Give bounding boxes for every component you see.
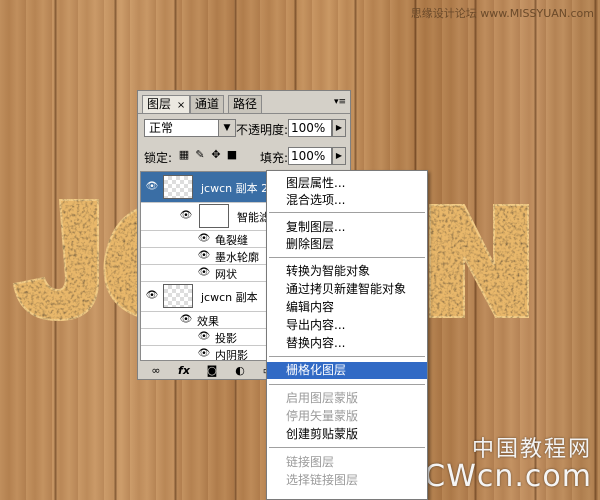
lock-label: 锁定:	[144, 151, 173, 165]
eye-icon[interactable]: 👁	[197, 234, 211, 244]
menu-item-delete-layer[interactable]: 删除图层	[267, 236, 427, 253]
adjustment-icon[interactable]: ◐	[232, 364, 248, 378]
watermark-bottom: 中国教程网 JCWcn.com	[414, 431, 592, 494]
menu-item-rasterize-layer[interactable]: 栅格化图层	[267, 362, 427, 379]
lock-all-icon[interactable]: ■	[226, 149, 238, 161]
layer-name: 投影	[215, 332, 237, 345]
opacity-arrow-icon[interactable]: ▶	[332, 119, 346, 137]
lock-move-icon[interactable]: ✥	[210, 149, 222, 161]
layer-name: 网状	[215, 268, 237, 281]
opacity-input[interactable]: 100%	[288, 119, 332, 137]
layer-name: jcwcn 副本 2	[201, 182, 269, 195]
eye-icon[interactable]: 👁	[179, 315, 193, 325]
eye-icon[interactable]: 👁	[145, 182, 159, 192]
menu-item-select-linked-layers[interactable]: 选择链接图层	[267, 472, 427, 489]
layer-name: 墨水轮廓	[215, 251, 259, 264]
layer-name: 内阴影	[215, 349, 248, 361]
layer-thumbnail	[163, 284, 193, 308]
menu-item-enable-layer-mask[interactable]: 启用图层蒙版	[267, 390, 427, 407]
menu-separator	[269, 356, 425, 357]
menu-item-disable-vector-mask[interactable]: 停用矢量蒙版	[267, 408, 427, 425]
menu-item-edit-contents[interactable]: 编辑内容	[267, 299, 427, 316]
filter-mask-thumbnail	[199, 204, 229, 228]
close-icon[interactable]: ×	[177, 100, 185, 111]
panel-menu-icon[interactable]: ▾≡	[334, 97, 346, 107]
layer-thumbnail	[163, 175, 193, 199]
menu-separator	[269, 447, 425, 448]
fx-icon[interactable]: fx	[176, 364, 192, 378]
eye-icon[interactable]: 👁	[197, 332, 211, 342]
blend-mode-value: 正常	[149, 121, 174, 135]
lock-transparency-icon[interactable]: ▦	[178, 149, 190, 161]
lock-brush-icon[interactable]: ✎	[194, 149, 206, 161]
tab-paths-label: 路径	[233, 97, 258, 111]
eye-icon[interactable]: 👁	[179, 211, 193, 221]
tab-paths[interactable]: 路径	[228, 95, 263, 113]
menu-item-replace-contents[interactable]: 替换内容...	[267, 335, 427, 352]
opacity-label: 不透明度:	[236, 123, 289, 137]
watermark-top: 思缘设计论坛 www.MISSYUAN.com	[410, 7, 594, 20]
tab-layers[interactable]: 图层 ×	[142, 95, 191, 113]
layer-name: 效果	[197, 315, 219, 328]
tab-channels-label: 通道	[195, 97, 220, 111]
layer-name: jcwcn 副本	[201, 291, 258, 304]
fill-input[interactable]: 100%	[288, 147, 332, 165]
menu-item-create-clipping-mask[interactable]: 创建剪贴蒙版	[267, 426, 427, 443]
panel-tab-bar: 图层 × 通道 路径 ▾≡	[138, 91, 350, 114]
fill-arrow-icon[interactable]: ▶	[332, 147, 346, 165]
menu-separator	[269, 212, 425, 213]
mask-icon[interactable]: ◙	[204, 364, 220, 378]
menu-item-duplicate-layer[interactable]: 复制图层...	[267, 219, 427, 236]
eye-icon[interactable]: 👁	[197, 251, 211, 261]
layer-name: 龟裂缝	[215, 234, 248, 247]
menu-separator	[269, 257, 425, 258]
menu-item-new-smart-object-via-copy[interactable]: 通过拷贝新建智能对象	[267, 281, 427, 298]
menu-item-layer-properties[interactable]: 图层属性...	[267, 175, 427, 192]
tab-layers-label: 图层	[147, 97, 172, 111]
menu-item-blending-options[interactable]: 混合选项...	[267, 192, 427, 209]
blend-mode-select[interactable]: 正常 ▼	[144, 119, 236, 137]
eye-icon[interactable]: 👁	[197, 268, 211, 278]
watermark-en: JCWcn.com	[414, 459, 592, 494]
menu-separator	[269, 384, 425, 385]
menu-item-link-layers[interactable]: 链接图层	[267, 454, 427, 471]
fill-label: 填充:	[260, 151, 289, 165]
eye-icon[interactable]: 👁	[145, 291, 159, 301]
menu-item-export-contents[interactable]: 导出内容...	[267, 317, 427, 334]
menu-item-convert-smart-object[interactable]: 转换为智能对象	[267, 263, 427, 280]
eye-icon[interactable]: 👁	[197, 349, 211, 359]
context-menu: 图层属性... 混合选项... 复制图层... 删除图层 转换为智能对象 通过拷…	[266, 170, 428, 500]
link-icon[interactable]: ∞	[148, 364, 164, 378]
tab-channels[interactable]: 通道	[190, 95, 225, 113]
chevron-down-icon[interactable]: ▼	[218, 120, 235, 136]
